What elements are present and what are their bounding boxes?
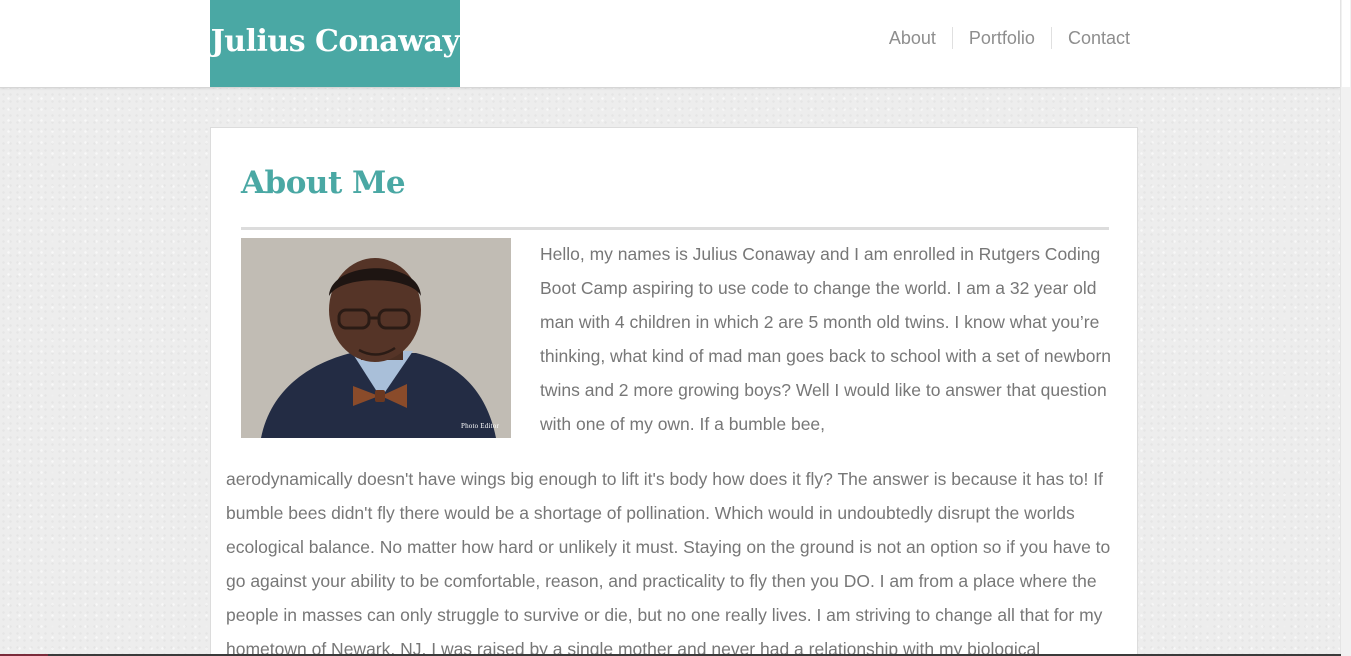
profile-photo-illustration [241, 238, 511, 438]
scrollbar-thumb[interactable] [1342, 0, 1350, 87]
nav-link-contact[interactable]: Contact [1050, 27, 1130, 49]
page-scrollbar[interactable] [1340, 0, 1351, 656]
about-title: About Me [241, 165, 406, 201]
nav-link-about[interactable]: About [873, 27, 952, 49]
about-paragraph-intro: Hello, my names is Julius Conaway and I … [540, 244, 1112, 434]
about-paragraph-body: aerodynamically doesn't have wings big e… [226, 469, 1111, 656]
nav-link-portfolio[interactable]: Portfolio [951, 27, 1051, 49]
photo-watermark: Photo Editor [461, 422, 499, 430]
about-card: About Me Photo Editor Hello, my names is… [210, 127, 1138, 656]
title-divider [241, 227, 1109, 230]
site-header: Julius Conaway About Portfolio Contact [0, 0, 1341, 88]
profile-photo: Photo Editor [241, 238, 511, 438]
main-nav: About Portfolio Contact [873, 27, 1130, 49]
site-brand[interactable]: Julius Conaway [210, 0, 460, 87]
